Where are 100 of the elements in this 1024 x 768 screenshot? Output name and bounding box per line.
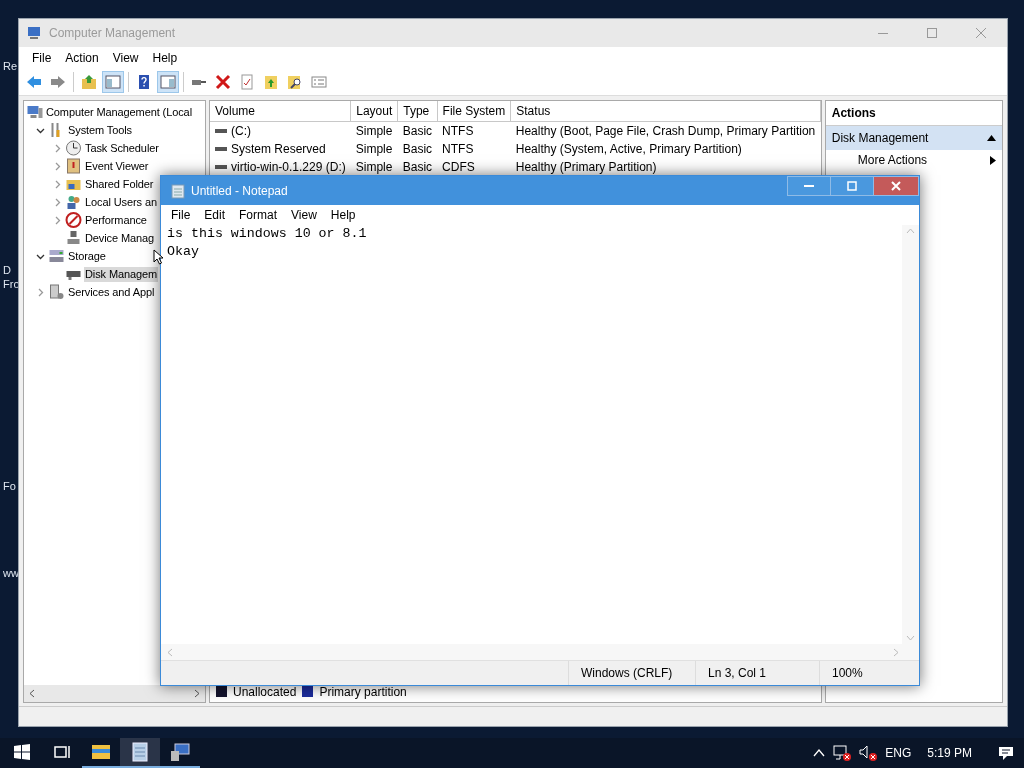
tree-item[interactable]: Performance [84, 212, 148, 228]
tree-item[interactable]: System Tools [67, 122, 133, 138]
table-cell: Simple [355, 142, 393, 156]
folder-arrow-icon [81, 74, 97, 90]
folder-icon [91, 742, 111, 762]
menu-item[interactable]: Action [58, 49, 106, 67]
menu-item[interactable]: Format [232, 206, 285, 224]
menu-item[interactable]: File [25, 49, 59, 67]
maximize-button[interactable] [830, 176, 874, 196]
column-header[interactable]: Status [510, 101, 821, 122]
desktop-icon-label: D [3, 263, 11, 278]
language-indicator[interactable]: ENG [885, 744, 912, 762]
chevron-right-icon [893, 647, 899, 657]
notification-icon[interactable] [998, 745, 1014, 761]
network-icon[interactable] [833, 745, 852, 761]
scrollbar[interactable] [902, 225, 919, 644]
text-area[interactable]: is this windows 10 or 8.1 Okay [161, 225, 902, 644]
back-arrow-icon [26, 74, 42, 90]
gauge-icon [65, 212, 82, 228]
clock[interactable]: 5:19 PM [927, 744, 972, 762]
pane-icon [105, 74, 121, 90]
table-cell: Basic [402, 160, 433, 174]
window-title: Computer Management [49, 25, 176, 42]
caret-right-icon [990, 155, 996, 165]
status-text: Windows (CRLF) [568, 661, 695, 685]
legend-label: Primary partition [319, 683, 407, 701]
drive-icon [215, 164, 227, 170]
action-section[interactable]: Disk Management [825, 126, 1002, 150]
device-icon [65, 230, 82, 246]
tree-item[interactable]: Storage [67, 248, 107, 264]
clock-icon [65, 140, 82, 156]
table-cell-text: (C:) [231, 123, 251, 140]
chevron-left-icon [167, 647, 173, 657]
drive-icon [215, 146, 227, 152]
delete-icon [215, 74, 231, 90]
chevron-left-icon [28, 689, 35, 698]
table-cell: Simple [355, 160, 393, 174]
tree-item[interactable]: Computer Management (Local [45, 104, 193, 120]
legend-label: Unallocated [233, 683, 297, 701]
chevron-right-icon [194, 689, 201, 698]
list-icon [311, 74, 327, 90]
tree-item[interactable]: Shared Folder [84, 176, 155, 192]
table-cell: CDFS [442, 160, 475, 174]
menu-item[interactable]: View [105, 49, 146, 67]
notepad-icon [171, 182, 185, 199]
tree-item[interactable]: Task Scheduler [84, 140, 160, 156]
column-header[interactable]: Volume [210, 101, 351, 122]
status-text: 100% [819, 661, 919, 685]
minimize-button[interactable] [787, 176, 831, 196]
tree-item[interactable]: Device Manag [84, 230, 156, 246]
window-title: Untitled - Notepad [191, 182, 288, 200]
maximize-icon [926, 28, 937, 38]
table-cell: Simple [355, 124, 393, 138]
close-button[interactable] [873, 176, 919, 196]
storage-icon [48, 248, 65, 264]
table-cell: Basic [402, 142, 433, 156]
tree-item[interactable]: Disk Managem [84, 266, 159, 282]
column-header[interactable]: Type [397, 101, 438, 122]
close-icon [891, 181, 901, 191]
column-header[interactable]: Layout [350, 101, 398, 122]
action-item[interactable]: More Actions [825, 150, 1002, 170]
table-cell-text: virtio-win-0.1.229 (D:) [231, 159, 346, 176]
log-book-icon [65, 158, 82, 174]
menu-item[interactable]: Help [323, 206, 363, 224]
forward-arrow-icon [50, 74, 66, 90]
minimize-icon [804, 184, 814, 188]
column-header[interactable]: File System [437, 101, 511, 122]
mouse-cursor-icon [153, 249, 164, 265]
menu-item[interactable]: Edit [197, 206, 233, 224]
table-cell: Basic [402, 124, 433, 138]
close-icon [975, 28, 986, 38]
desktop-icon-label: Fo [3, 479, 16, 494]
table-cell: Healthy (Primary Partition) [515, 160, 657, 174]
users-icon [65, 194, 82, 210]
tree-item[interactable]: Event Viewer [84, 158, 150, 174]
desktop-icon-label: Re [3, 59, 18, 74]
menu-item[interactable]: File [164, 206, 198, 224]
table-cell: NTFS [442, 124, 474, 138]
volume-icon[interactable] [859, 745, 878, 761]
taskbar-app[interactable] [120, 738, 160, 768]
scrollbar[interactable] [161, 644, 919, 661]
computer-icon [26, 104, 43, 120]
chevron-up-icon[interactable] [813, 749, 826, 757]
table-cell: Healthy (System, Active, Primary Partition) [515, 142, 742, 156]
chevron-down-icon [906, 635, 915, 641]
notepad-icon [130, 742, 150, 762]
menu-item[interactable]: Help [145, 49, 185, 67]
menu-item[interactable]: View [284, 206, 324, 224]
task-view-icon [54, 744, 72, 760]
scrollbar[interactable] [24, 685, 205, 702]
status-text: Ln 3, Col 1 [695, 661, 819, 685]
document-check-icon [239, 74, 255, 90]
computer-icon [170, 742, 190, 762]
drive-icon [215, 128, 227, 134]
desktop-icon-label: ww [3, 566, 19, 581]
table-cell: NTFS [442, 142, 474, 156]
computer-icon [27, 25, 43, 41]
folder-search-icon [287, 74, 303, 90]
tree-item[interactable]: Services and Appl [67, 284, 156, 300]
tree-item[interactable]: Local Users an [84, 194, 158, 210]
